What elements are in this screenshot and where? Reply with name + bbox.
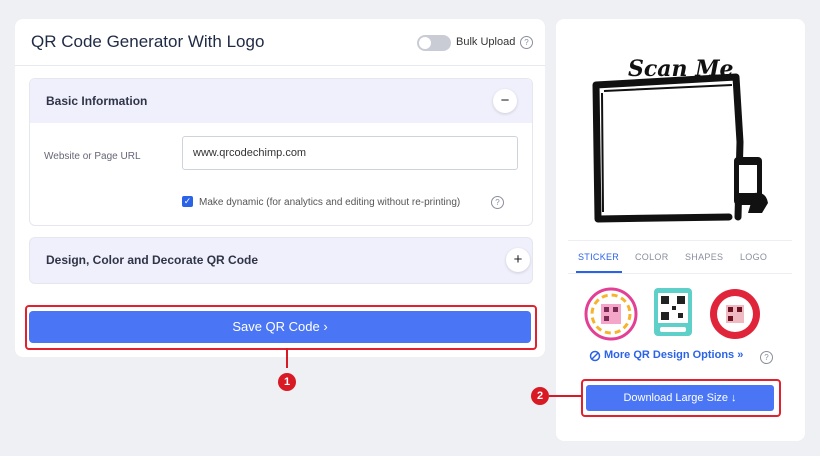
design-section-title: Design, Color and Decorate QR Code <box>46 253 259 267</box>
step-marker-2: 2 <box>531 387 549 405</box>
dynamic-help-icon[interactable]: ? <box>491 196 504 209</box>
dynamic-checkbox-label: Make dynamic (for analytics and editing … <box>199 197 461 208</box>
url-input[interactable] <box>182 136 518 170</box>
download-button-highlight <box>581 379 781 417</box>
more-design-options-link[interactable]: More QR Design Options » <box>604 349 743 361</box>
dynamic-checkbox[interactable]: ✓ <box>182 196 193 207</box>
url-field-label: Website or Page URL <box>44 151 141 162</box>
tab-sticker[interactable]: STICKER <box>578 252 619 262</box>
basic-information-header[interactable]: Basic Information − <box>30 79 532 123</box>
frame-sketch-stroke <box>601 84 733 213</box>
collapse-button[interactable]: − <box>493 89 517 113</box>
design-options-help-icon[interactable]: ? <box>760 351 773 364</box>
marker-1-connector <box>286 348 288 368</box>
expand-button[interactable]: + <box>506 248 530 272</box>
panel-header: QR Code Generator With Logo Bulk Upload … <box>15 19 545 66</box>
bulk-upload-toggle[interactable] <box>417 35 451 51</box>
sticker-option-teal[interactable] <box>653 287 693 337</box>
tab-color[interactable]: COLOR <box>635 252 669 262</box>
sticker-frame <box>592 73 744 223</box>
design-options-icon <box>589 350 601 362</box>
active-tab-indicator <box>576 271 622 273</box>
design-section[interactable]: Design, Color and Decorate QR Code + <box>29 237 533 284</box>
qr-sticker-preview: Scan Me <box>592 56 768 223</box>
preview-panel: Scan Me STICKER COLOR SHAPES LOGO More Q… <box>556 19 805 441</box>
design-tabs: STICKER COLOR SHAPES LOGO <box>568 240 792 274</box>
step-marker-1: 1 <box>278 373 296 391</box>
save-button-highlight <box>25 305 537 350</box>
bulk-upload-label: Bulk Upload <box>456 36 516 48</box>
marker-2-connector <box>549 395 582 397</box>
tab-logo[interactable]: LOGO <box>740 252 767 262</box>
sticker-option-cat[interactable] <box>584 287 638 341</box>
page-title: QR Code Generator With Logo <box>31 32 265 51</box>
basic-information-section: Basic Information − Website or Page URL … <box>29 78 533 226</box>
sticker-option-red[interactable] <box>708 287 762 341</box>
help-icon[interactable]: ? <box>520 36 533 49</box>
basic-information-title: Basic Information <box>46 94 148 108</box>
tab-shapes[interactable]: SHAPES <box>685 252 723 262</box>
toggle-knob <box>419 37 431 49</box>
